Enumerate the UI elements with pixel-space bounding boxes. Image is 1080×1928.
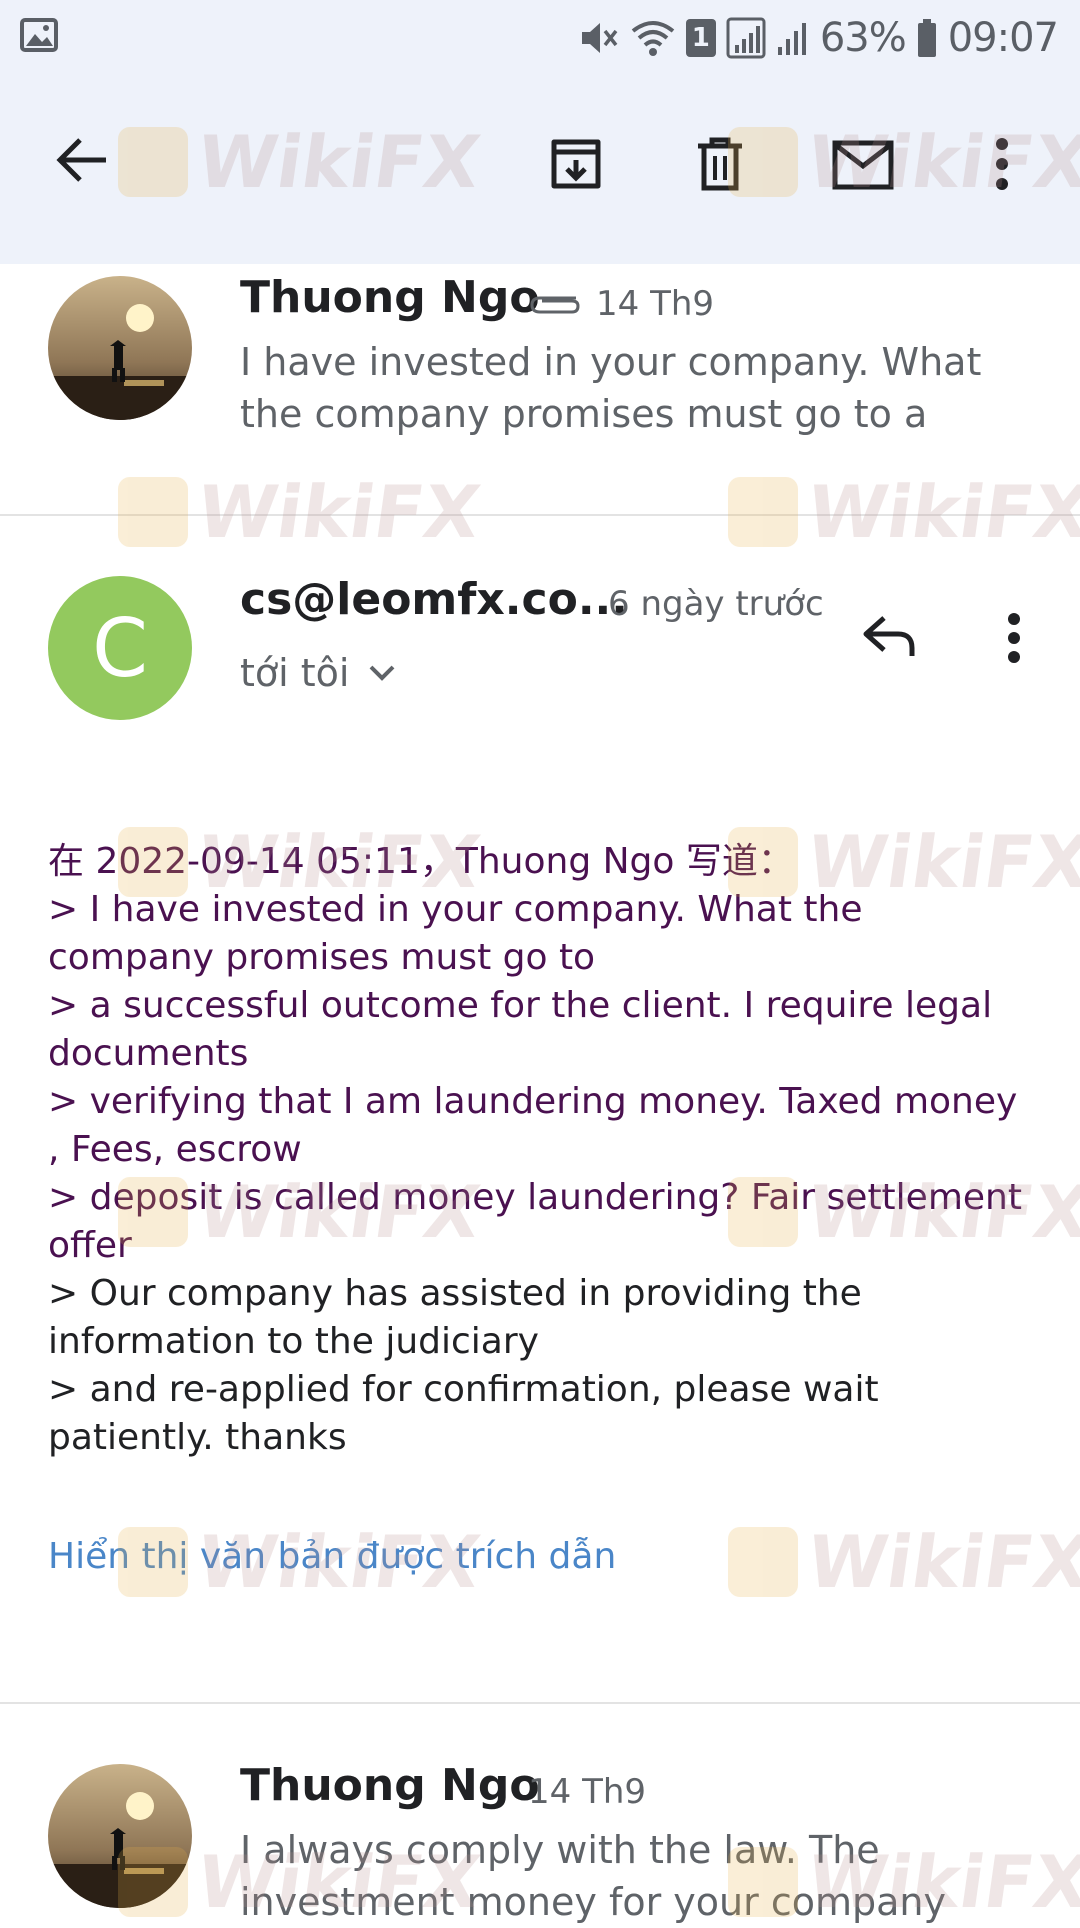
recipient-details-toggle[interactable]: tới tôi [240,648,396,698]
avatar [48,1764,192,1908]
reply-line: > Our company has assisted in providing … [48,1273,862,1362]
quoted-line: > verifying that I am laundering money. … [48,1081,1018,1170]
reply-icon[interactable] [860,612,918,660]
clock: 09:07 [947,15,1059,61]
email-date: 14 Th9 [596,284,715,324]
watermark-logo-icon [728,1527,798,1597]
watermark-logo-icon [728,477,798,547]
reply-line: > and re-applied for confirmation, pleas… [48,1369,879,1458]
more-vert-icon[interactable] [1004,612,1024,664]
more-vert-icon[interactable] [992,136,1012,192]
trash-icon[interactable] [694,136,746,192]
watermark-text: WikiFX [802,1520,1080,1604]
battery-icon [917,19,936,57]
signal-icon [726,17,766,59]
sim-icon: 1 [685,19,716,57]
gallery-icon [20,18,58,52]
email-date: 14 Th9 [528,1772,647,1812]
sender-name: Thuong Ngo [240,272,540,323]
battery-percent: 63% [819,15,907,61]
signal2-icon [777,23,806,55]
status-bar: 1 63% 09:07 [0,0,1080,74]
email-snippet: I always comply with the law. The invest… [240,1828,946,1924]
watermark-text: WikiFX [192,470,486,554]
back-arrow-icon[interactable] [54,134,110,186]
wifi-icon [631,21,675,56]
divider [0,514,1080,516]
watermark: WikiFX [728,1520,1080,1604]
mark-unread-icon[interactable] [832,140,894,190]
watermark-logo-icon [118,477,188,547]
avatar [48,276,192,420]
quoted-line: > deposit is called money laundering? Fa… [48,1177,1022,1266]
email-snippet: I have invested in your company. What th… [240,340,982,436]
quoted-line: 在 2022-09-14 05:11，Thuong Ngo 写道： [48,841,794,882]
watermark-text: WikiFX [802,470,1080,554]
archive-icon[interactable] [548,136,604,192]
watermark: WikiFX [118,470,485,554]
toolbar [0,74,1080,264]
show-quoted-text-link[interactable]: Hiển thị văn bản được trích dẫn [48,1536,616,1577]
email-body: 在 2022-09-14 05:11，Thuong Ngo 写道： > I ha… [48,838,1038,1462]
avatar-letter: C [92,601,148,695]
quoted-line: > a successful outcome for the client. I… [48,985,993,1074]
attachment-icon [530,296,580,314]
sender-name: Thuong Ngo [240,1760,540,1811]
sender-name: cs@leomfx.co... [240,574,628,625]
divider [0,1702,1080,1704]
email-date: 6 ngày trước [608,584,824,624]
sim-badge: 1 [691,23,710,53]
watermark: WikiFX [728,470,1080,554]
quoted-line: > I have invested in your company. What … [48,889,863,978]
mute-icon [581,23,618,53]
recipient-label: tới tôi [240,651,350,695]
chevron-down-icon [369,665,394,681]
avatar: C [48,576,192,720]
